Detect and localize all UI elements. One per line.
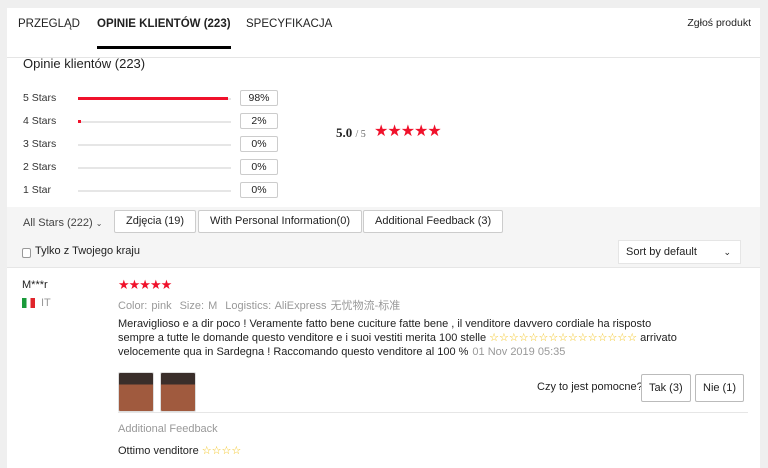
country-only-label[interactable]: Tylko z Twojego kraju bbox=[35, 245, 140, 257]
average-max: / 5 bbox=[355, 129, 366, 140]
additional-feedback-label: Additional Feedback bbox=[118, 423, 218, 435]
rating-bar bbox=[78, 190, 231, 192]
review-text: Meraviglioso e a dir poco ! Veramente fa… bbox=[118, 317, 678, 359]
additional-text: Ottimo venditore bbox=[118, 445, 202, 457]
report-product-link[interactable]: Zgłoś produkt bbox=[687, 17, 751, 29]
rating-row[interactable]: 5 Stars 98% bbox=[23, 90, 283, 108]
average-stars-icon: ★★★★★ bbox=[374, 123, 442, 140]
review-logistics: Logistics: AliExpress 无忧物流-标准 bbox=[225, 300, 401, 312]
rating-row[interactable]: 1 Star 0% bbox=[23, 182, 283, 200]
italy-flag-icon bbox=[22, 298, 35, 308]
summary-title: Opinie klientów (223) bbox=[23, 56, 146, 71]
sort-label: Sort by default bbox=[626, 246, 697, 258]
country-only-checkbox[interactable] bbox=[22, 248, 31, 258]
review-date: 01 Nov 2019 05:35 bbox=[472, 346, 566, 358]
rating-bar-fill bbox=[78, 97, 228, 100]
rating-bar-fill bbox=[78, 120, 82, 123]
personal-info-filter-button[interactable]: With Personal Information(0) bbox=[198, 210, 362, 233]
helpful-question: Czy to jest pomocne? bbox=[537, 381, 643, 393]
rating-row[interactable]: 3 Stars 0% bbox=[23, 136, 283, 154]
additional-feedback-filter-button[interactable]: Additional Feedback (3) bbox=[363, 210, 504, 233]
rating-percent: 98% bbox=[240, 90, 278, 106]
photos-filter-button[interactable]: Zdjęcia (19) bbox=[114, 210, 197, 233]
tab-reviews[interactable]: OPINIE KLIENTÓW (223) bbox=[97, 17, 231, 49]
rating-row[interactable]: 4 Stars 2% bbox=[23, 113, 283, 131]
review-photo-thumbnail[interactable] bbox=[160, 372, 196, 412]
rating-percent: 0% bbox=[240, 159, 278, 175]
chevron-down-icon: ⌄ bbox=[723, 247, 731, 257]
average-value: 5.0 bbox=[336, 125, 353, 140]
rating-percent: 0% bbox=[240, 136, 278, 152]
rating-bar bbox=[78, 167, 231, 169]
star-emoji-icon: ☆☆☆☆ bbox=[201, 445, 242, 457]
tab-bar: PRZEGLĄD OPINIE KLIENTÓW (223) SPECYFIKA… bbox=[7, 8, 760, 58]
rating-row-label: 4 Stars bbox=[23, 115, 57, 127]
rating-percent: 2% bbox=[240, 113, 278, 129]
review-photo-thumbnail[interactable] bbox=[118, 372, 154, 412]
additional-feedback-text: Ottimo venditore ☆☆☆☆ bbox=[118, 444, 241, 457]
all-stars-label: All Stars (222) bbox=[23, 217, 93, 229]
reviews-card: PRZEGLĄD OPINIE KLIENTÓW (223) SPECYFIKA… bbox=[7, 8, 760, 468]
sort-select[interactable]: Sort by default ⌄ bbox=[618, 240, 741, 264]
tab-overview[interactable]: PRZEGLĄD bbox=[18, 17, 80, 49]
average-rating: 5.0 / 5 bbox=[336, 125, 366, 141]
rating-row-label: 3 Stars bbox=[23, 138, 57, 150]
chevron-down-icon: ⌄ bbox=[95, 219, 103, 228]
rating-bar bbox=[78, 97, 231, 100]
rating-row-label: 5 Stars bbox=[23, 92, 57, 104]
review-size: Size: M bbox=[179, 300, 218, 312]
tab-specification[interactable]: SPECYFIKACJA bbox=[246, 17, 332, 49]
review-color: Color: pink bbox=[118, 300, 172, 312]
star-emoji-icon: ☆☆☆☆☆☆☆☆☆☆☆☆☆☆☆ bbox=[489, 332, 638, 344]
reviewer-name: M***r bbox=[22, 279, 48, 291]
filter-bar: All Stars (222) ⌄ Zdjęcia (19) With Pers… bbox=[7, 207, 760, 268]
review-meta: Color: pink Size: M Logistics: AliExpress … bbox=[118, 297, 408, 313]
rating-percent: 0% bbox=[240, 182, 278, 198]
divider bbox=[118, 412, 748, 413]
review-stars-icon: ★★★★★ bbox=[118, 277, 172, 292]
all-stars-dropdown[interactable]: All Stars (222) ⌄ bbox=[23, 217, 102, 229]
helpful-no-button[interactable]: Nie (1) bbox=[695, 374, 745, 402]
rating-bar bbox=[78, 120, 231, 123]
rating-bar bbox=[78, 144, 231, 146]
rating-row-label: 2 Stars bbox=[23, 161, 57, 173]
rating-row[interactable]: 2 Stars 0% bbox=[23, 159, 283, 177]
rating-row-label: 1 Star bbox=[23, 184, 52, 196]
helpful-yes-button[interactable]: Tak (3) bbox=[641, 374, 691, 402]
reviewer-country: IT bbox=[41, 297, 51, 309]
